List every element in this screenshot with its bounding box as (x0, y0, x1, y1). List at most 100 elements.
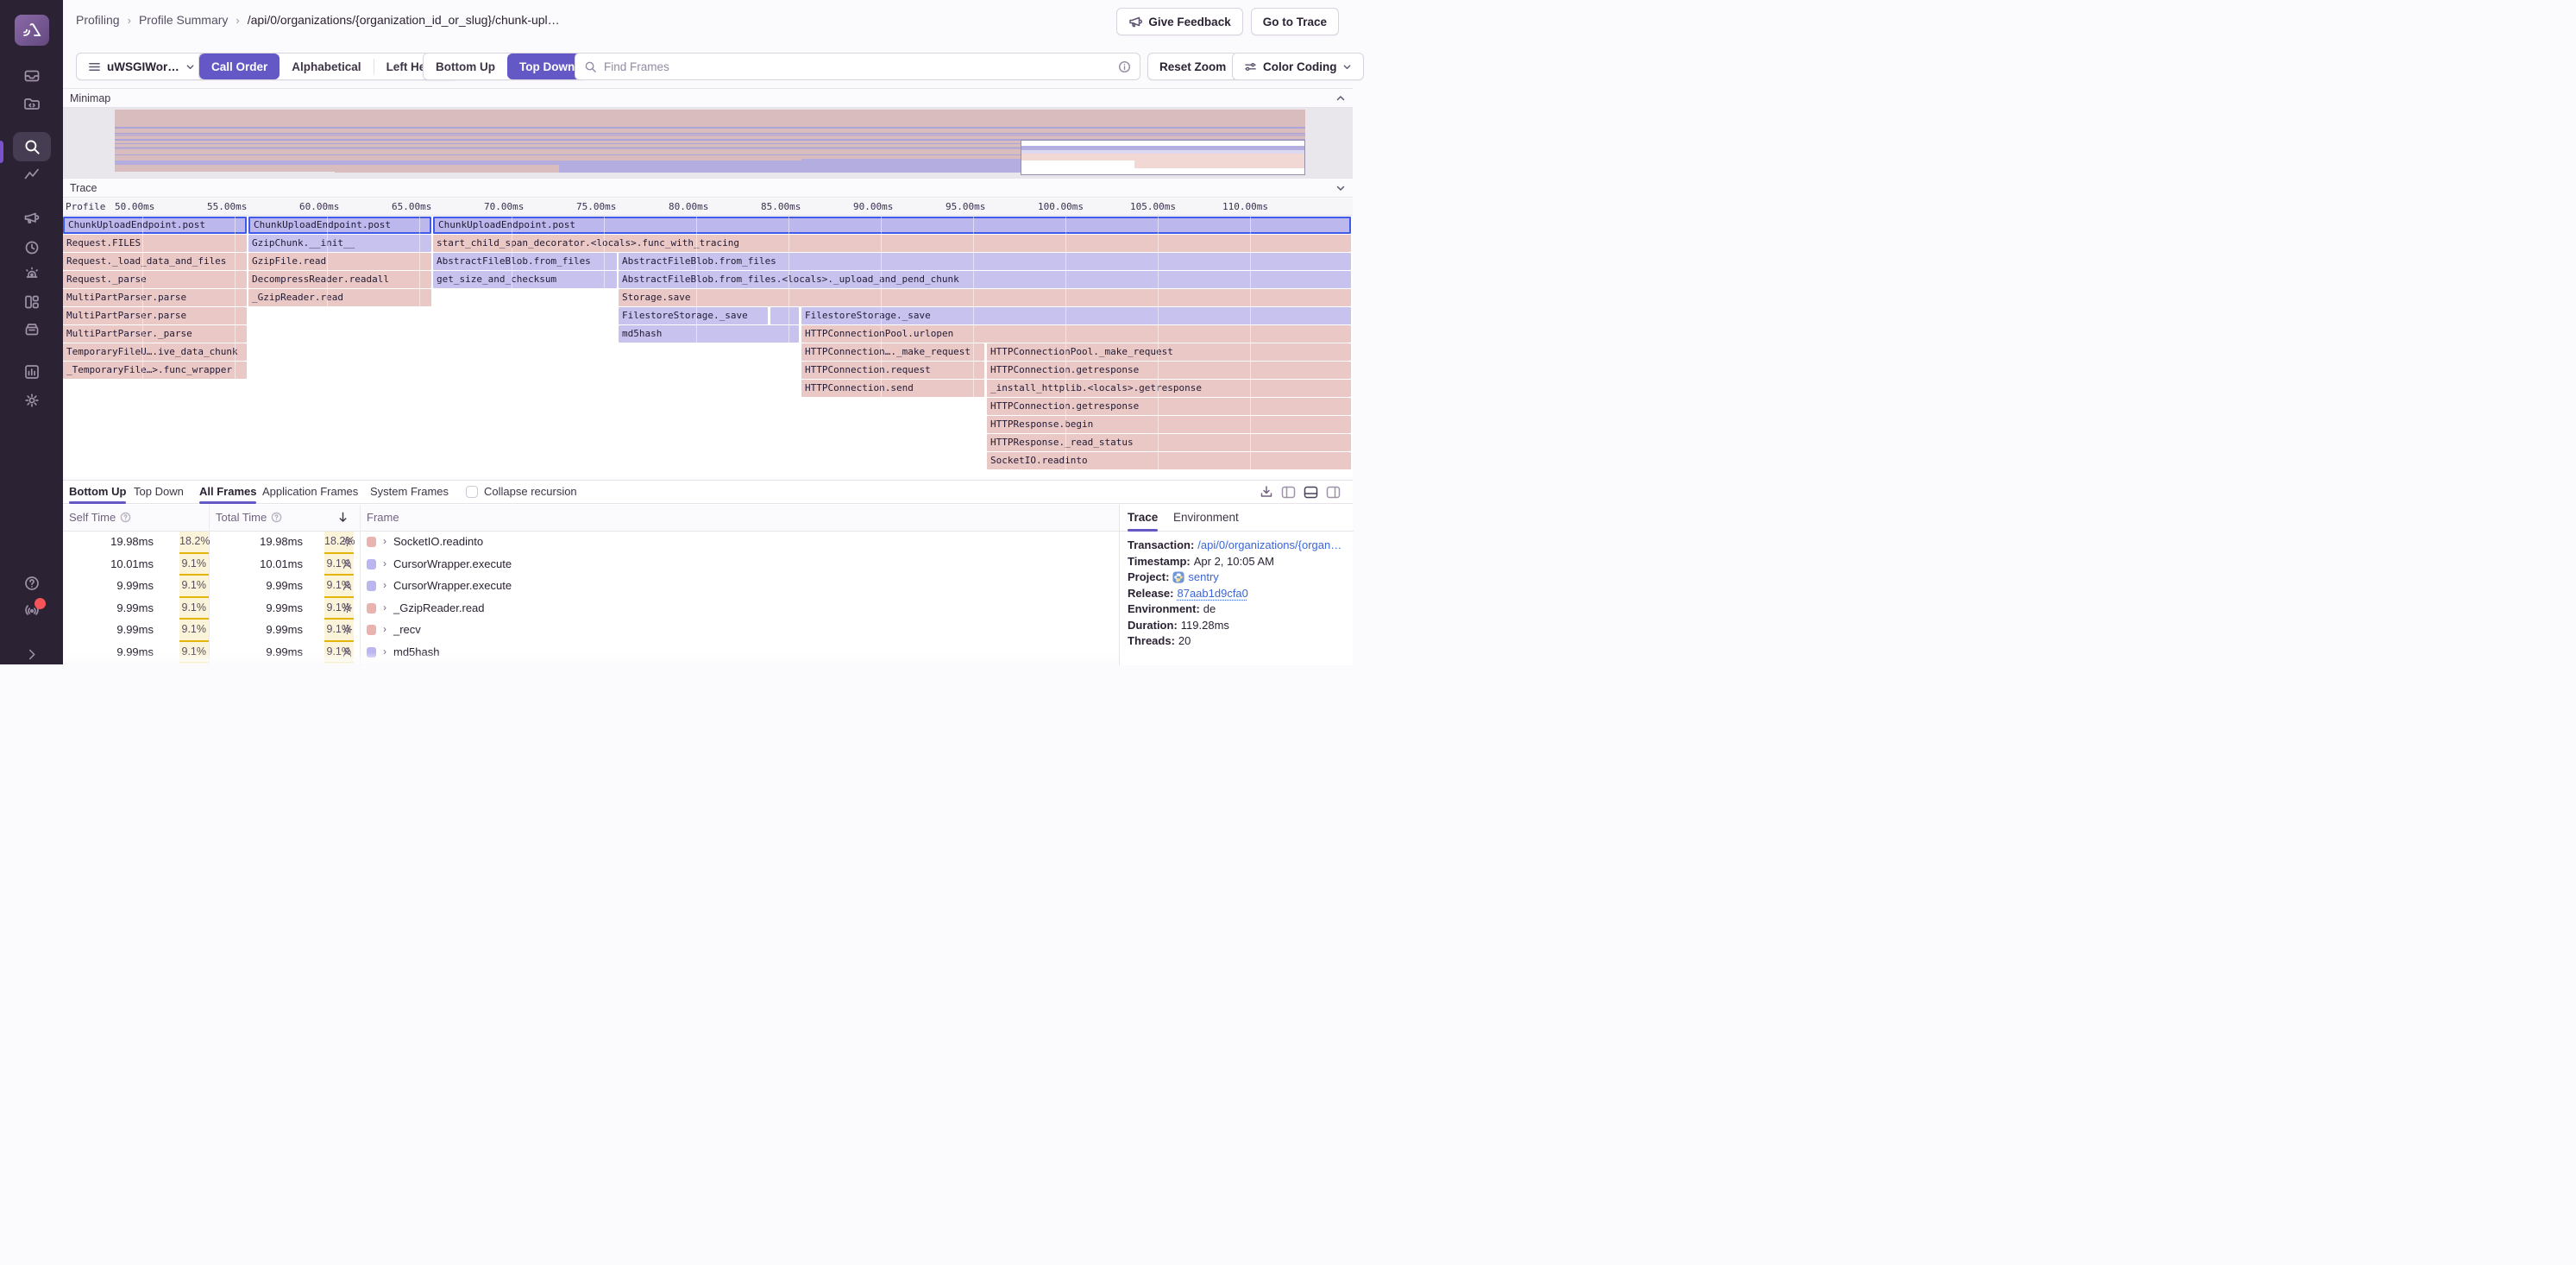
sidebar-item-help[interactable] (0, 575, 63, 592)
flame-frame[interactable]: start_child_span_decorator.<locals>.func… (433, 235, 1351, 252)
detail-value[interactable]: sentry (1188, 570, 1218, 586)
collapse-recursion-checkbox[interactable] (466, 486, 478, 498)
detail-value[interactable]: /api/0/organizations/{organ… (1197, 538, 1341, 554)
search-input[interactable] (604, 60, 1111, 73)
expand-chevron-icon[interactable]: › (383, 557, 386, 570)
detail-value[interactable]: 87aab1d9cfa0 (1177, 586, 1247, 602)
chevron-down-icon[interactable] (1335, 183, 1346, 193)
sidebar-item-settings[interactable] (0, 392, 63, 409)
breadcrumb-profiling[interactable]: Profiling (76, 13, 120, 27)
layout-right-icon[interactable] (1326, 486, 1341, 499)
sort-option-call-order[interactable]: Call Order (199, 53, 280, 79)
expand-chevron-icon[interactable]: › (383, 579, 386, 591)
frame-column-header[interactable]: Frame (367, 511, 399, 524)
sidebar-item-insights[interactable] (0, 293, 63, 311)
sidebar-item-releases[interactable] (0, 239, 63, 256)
sidebar-item-broadcasts[interactable] (0, 601, 63, 619)
tab-application-frames[interactable]: Application Frames (262, 485, 358, 498)
sort-descending-icon[interactable] (337, 511, 349, 523)
tab-system-frames[interactable]: System Frames (370, 485, 449, 498)
flame-frame[interactable]: HTTPConnectionPool._make_request (987, 343, 1351, 361)
flame-frame[interactable]: _TemporaryFile…>.func_wrapper (63, 362, 247, 379)
total-time-column-header[interactable]: Total Time (216, 511, 282, 524)
flame-frame[interactable]: DecompressReader.readall (248, 271, 431, 288)
tab-all-frames[interactable]: All Frames (199, 485, 256, 498)
sidebar-item-crons[interactable] (0, 320, 63, 337)
flame-frame[interactable]: HTTPConnection.send (801, 380, 984, 397)
direction-option-bottom-up[interactable]: Bottom Up (424, 53, 507, 79)
sidebar-item-stats[interactable] (0, 363, 63, 381)
reset-zoom-button[interactable]: Reset Zoom (1147, 53, 1238, 80)
sidebar-item-issues[interactable] (0, 67, 63, 85)
flame-frame[interactable]: md5hash (619, 325, 799, 343)
download-icon[interactable] (1260, 485, 1273, 499)
flame-frame[interactable]: Request.FILES (63, 235, 247, 252)
flamegraph-canvas[interactable]: ChunkUploadEndpoint.postChunkUploadEndpo… (0, 217, 1353, 477)
flame-frame[interactable] (770, 307, 799, 324)
give-feedback-button[interactable]: Give Feedback (1116, 8, 1242, 35)
flame-frame[interactable]: AbstractFileBlob.from_files (433, 253, 617, 270)
flame-frame[interactable]: HTTPConnection.getresponse (987, 398, 1351, 415)
sidebar-item-explore[interactable] (0, 132, 63, 161)
flame-frame[interactable]: MultiPartParser._parse (63, 325, 247, 343)
flame-frame[interactable]: HTTPConnection.request (801, 362, 984, 379)
flame-frame[interactable]: _install_httplib.<locals>.getresponse (987, 380, 1351, 397)
flame-frame[interactable]: Request._load_data_and_files (63, 253, 247, 270)
layout-bottom-icon[interactable] (1304, 486, 1318, 499)
flame-frame-selected[interactable]: ChunkUploadEndpoint.post (433, 217, 1351, 234)
flame-frame[interactable]: HTTPConnection.getresponse (987, 362, 1351, 379)
expand-chevron-icon[interactable]: › (383, 535, 386, 547)
go-to-trace-button[interactable]: Go to Trace (1251, 8, 1339, 35)
flame-frame[interactable]: MultiPartParser.parse (63, 289, 247, 306)
find-frames-search[interactable] (575, 53, 1140, 80)
sidebar-item-feedback[interactable] (0, 209, 63, 226)
layout-left-icon[interactable] (1281, 486, 1296, 499)
frame-table-row[interactable]: 19.98ms18.2%19.98ms18.2%›SocketIO.readin… (63, 532, 1119, 554)
flame-frame[interactable]: HTTPResponse._read_status (987, 434, 1351, 451)
tab-environment[interactable]: Environment (1173, 511, 1239, 524)
frame-table-row[interactable]: 9.99ms9.1%9.99ms9.1%›CursorWrapper.execu… (63, 576, 1119, 598)
trace-section-header[interactable]: Trace (63, 178, 1353, 198)
tab-bottom-up[interactable]: Bottom Up (69, 485, 126, 498)
info-icon[interactable] (1118, 60, 1131, 73)
tab-trace[interactable]: Trace (1128, 511, 1158, 524)
flame-frame[interactable]: get_size_and_checksum (433, 271, 617, 288)
expand-chevron-icon[interactable]: › (383, 623, 386, 635)
sidebar-item-projects[interactable] (0, 95, 63, 112)
flame-frame[interactable]: SocketIO.readinto (987, 452, 1351, 469)
sort-option-alphabetical[interactable]: Alphabetical (280, 53, 373, 79)
flame-frame[interactable]: AbstractFileBlob.from_files.<locals>._up… (619, 271, 1351, 288)
flame-frame[interactable]: AbstractFileBlob.from_files (619, 253, 1351, 270)
flame-frame[interactable]: _GzipReader.read (248, 289, 431, 306)
frame-table-row[interactable]: 10.01ms9.1%10.01ms9.1%›CursorWrapper.exe… (63, 554, 1119, 576)
flame-frame[interactable]: FilestoreStorage._save (619, 307, 768, 324)
flame-frame[interactable]: HTTPConnectionPool.urlopen (801, 325, 1351, 343)
color-coding-button[interactable]: Color Coding (1232, 53, 1364, 80)
flame-frame[interactable]: Storage.save (619, 289, 1351, 306)
breadcrumb-profile-summary[interactable]: Profile Summary (139, 13, 228, 27)
flame-frame[interactable]: HTTPConnection…._make_request (801, 343, 984, 361)
flame-frame[interactable]: GzipFile.read (248, 253, 431, 270)
flame-frame[interactable]: Request._parse (63, 271, 247, 288)
frame-table-row[interactable]: 9.99ms9.1%9.99ms9.1%›_GzipReader.read (63, 598, 1119, 620)
flame-frame[interactable]: MultiPartParser.parse (63, 307, 247, 324)
sidebar-item-dashboards[interactable] (0, 167, 63, 184)
thread-selector[interactable]: uWSGIWor… (76, 53, 207, 80)
sidebar-item-alerts[interactable] (0, 266, 63, 283)
minimap-canvas[interactable] (63, 108, 1353, 178)
expand-chevron-icon[interactable]: › (383, 601, 386, 614)
sidebar-item-sentry-logo[interactable] (0, 15, 63, 46)
frame-table-row[interactable]: 9.99ms9.1%9.99ms9.1%›_recv (63, 620, 1119, 642)
flame-frame[interactable]: GzipChunk.__init__ (248, 235, 431, 252)
self-time-column-header[interactable]: Self Time (69, 511, 131, 524)
flame-frame[interactable]: HTTPResponse.begin (987, 416, 1351, 433)
flame-frame[interactable]: TemporaryFileU….ive_data_chunk (63, 343, 247, 361)
tab-top-down[interactable]: Top Down (134, 485, 184, 498)
chevron-up-icon[interactable] (1335, 93, 1346, 104)
minimap-section-header[interactable]: Minimap (63, 88, 1353, 108)
flame-frame[interactable]: FilestoreStorage._save (801, 307, 1351, 324)
minimap-selection-window[interactable] (1021, 140, 1305, 175)
flame-frame-selected[interactable]: ChunkUploadEndpoint.post (63, 217, 247, 234)
flame-frame-selected[interactable]: ChunkUploadEndpoint.post (248, 217, 431, 234)
sidebar-item-collapse[interactable] (0, 646, 63, 662)
